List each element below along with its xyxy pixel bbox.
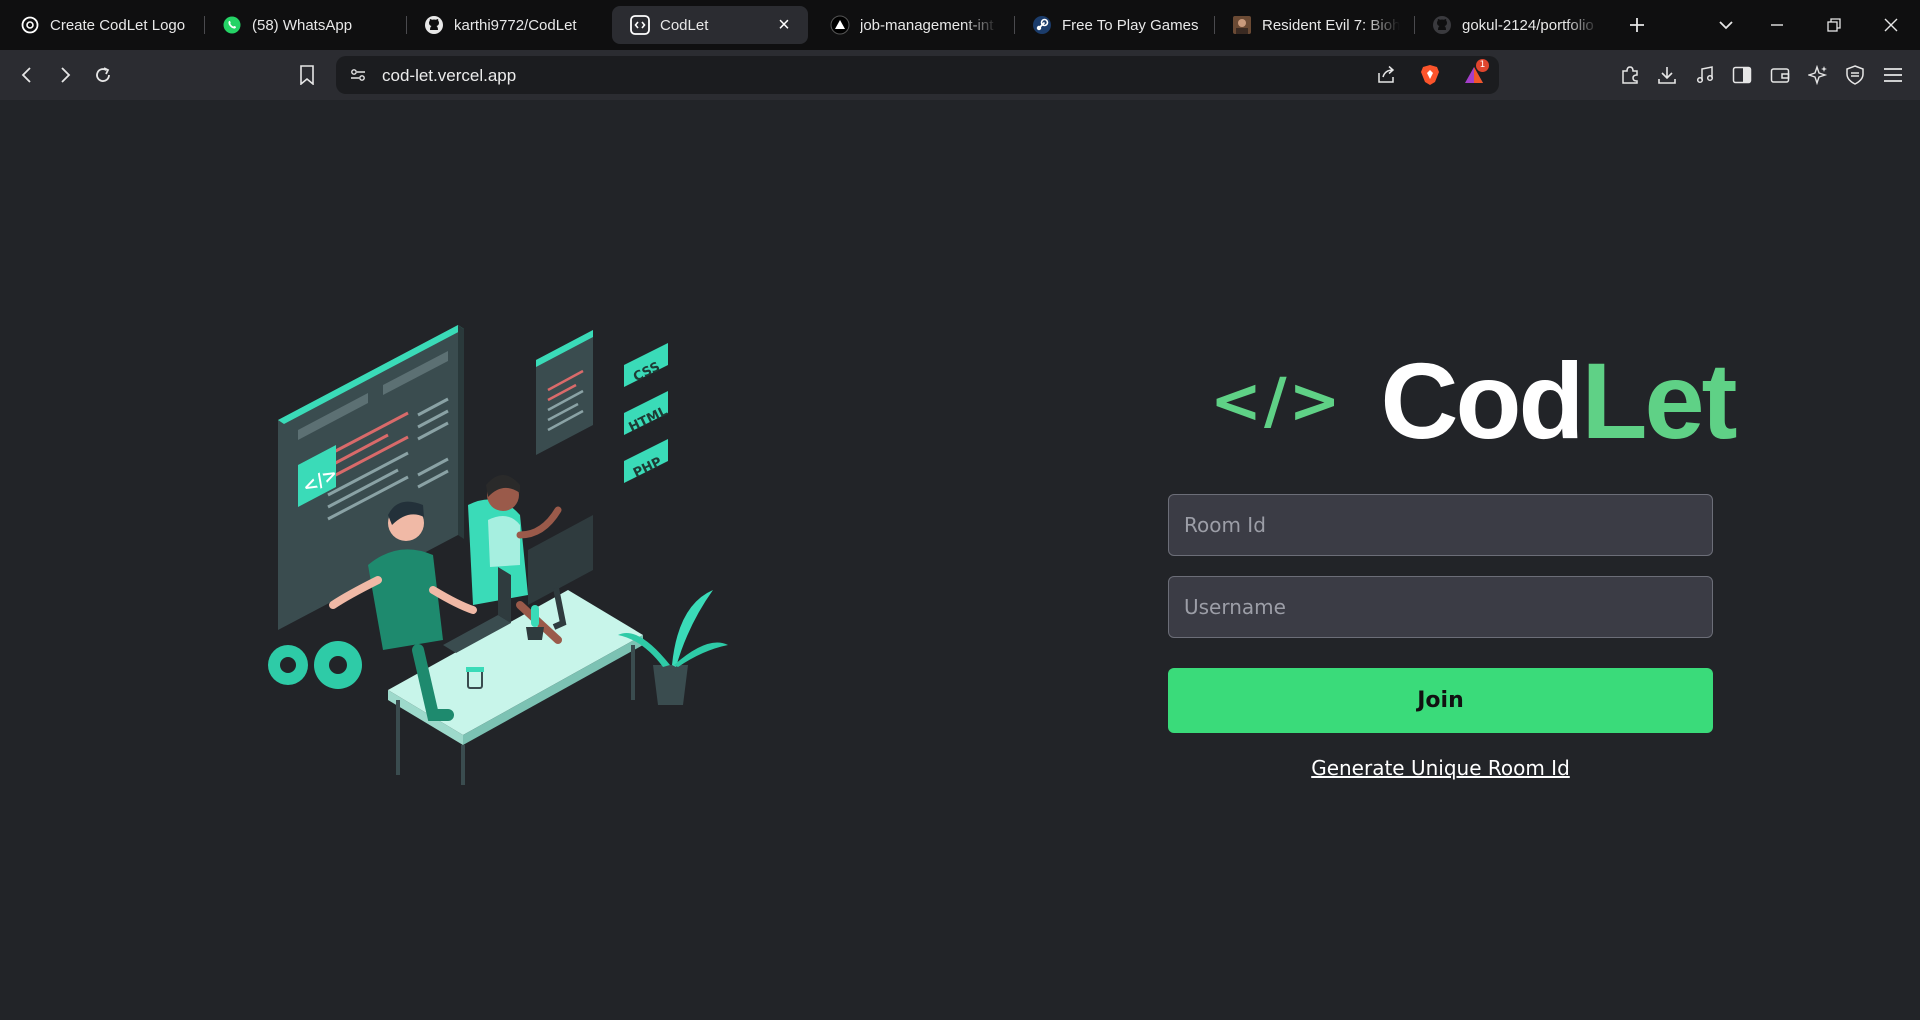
tab-github-codlet[interactable]: karthi9772/CodLet — [406, 6, 606, 44]
address-bar[interactable]: cod-let.vercel.app 1 — [336, 56, 1499, 94]
gears-graphic — [268, 641, 362, 689]
tab-codlet-active[interactable]: CodLet × — [612, 6, 808, 44]
developers-illustration: </> CSS HTML PHP — [268, 325, 728, 785]
whatsapp-icon — [222, 15, 242, 35]
room-id-input[interactable] — [1168, 494, 1713, 556]
menu-hamburger-icon[interactable] — [1878, 60, 1908, 90]
generate-room-id-link[interactable]: Generate Unique Room Id — [1168, 756, 1713, 780]
share-icon[interactable] — [1374, 63, 1398, 87]
media-music-icon[interactable] — [1690, 60, 1720, 90]
game-thumbnail-icon — [1232, 15, 1252, 35]
css-cube-graphic: CSS — [624, 343, 668, 387]
wallet-icon[interactable] — [1765, 60, 1795, 90]
tab-free-to-play-games[interactable]: Free To Play Games — [1014, 6, 1214, 44]
tab-title: gokul-2124/portfolio — [1462, 16, 1594, 34]
bookmark-icon[interactable] — [292, 60, 322, 90]
html-cube-graphic: HTML — [624, 391, 670, 435]
tab-strip: Create CodLet Logo (58) WhatsApp karthi9… — [0, 0, 1920, 50]
tab-title: CodLet — [660, 16, 709, 34]
tab-title: Resident Evil 7: Bioha — [1262, 16, 1400, 34]
restore-window-icon[interactable] — [1819, 10, 1849, 40]
openai-icon — [20, 15, 40, 35]
codlet-page: </> CSS HTML PHP </> CodLet Room Id User… — [0, 100, 1920, 1020]
forward-arrow-icon[interactable] — [50, 60, 80, 90]
tab-github-portfolio[interactable]: gokul-2124/portfolio — [1414, 6, 1614, 44]
close-tab-icon[interactable]: × — [774, 14, 794, 36]
tab-whatsapp[interactable]: (58) WhatsApp — [204, 6, 404, 44]
download-icon[interactable] — [1652, 60, 1682, 90]
logo-text-cod: Cod — [1380, 339, 1585, 461]
code-icon — [630, 15, 650, 35]
tab-title: (58) WhatsApp — [252, 16, 353, 34]
brave-shields-icon[interactable] — [1418, 63, 1442, 87]
extensions-icon[interactable] — [1615, 60, 1645, 90]
coffee-cup-graphic — [466, 667, 484, 689]
steam-icon — [1032, 15, 1052, 35]
tab-title: karthi9772/CodLet — [454, 16, 577, 34]
brave-rewards-icon[interactable]: 1 — [1462, 59, 1489, 87]
logo-wordmark: CodLet — [1380, 338, 1738, 463]
browser-toolbar: cod-let.vercel.app 1 — [0, 50, 1920, 100]
vercel-icon — [830, 15, 850, 35]
username-input[interactable] — [1168, 576, 1713, 638]
site-settings-icon[interactable] — [346, 63, 370, 87]
tab-title: Free To Play Games — [1062, 16, 1199, 34]
tab-job-management[interactable]: job-management-int — [812, 6, 1012, 44]
logo-text-let: Let — [1581, 339, 1737, 461]
tab-create-codlet-logo[interactable]: Create CodLet Logo — [2, 6, 202, 44]
sidebar-toggle-icon[interactable] — [1727, 60, 1757, 90]
reload-icon[interactable] — [88, 60, 118, 90]
github-icon — [424, 15, 444, 35]
code-brackets-icon: </> — [1210, 363, 1343, 437]
codlet-logo: </> CodLet — [1210, 338, 1738, 463]
new-tab-button[interactable] — [1622, 10, 1652, 40]
leo-ai-icon[interactable] — [1803, 60, 1833, 90]
close-window-icon[interactable] — [1876, 10, 1906, 40]
php-cube-graphic: PHP — [624, 439, 668, 483]
code-panel-graphic — [536, 330, 593, 455]
tab-list-chevron-icon[interactable] — [1711, 10, 1741, 40]
tab-title: Create CodLet Logo — [50, 16, 186, 34]
tab-title: job-management-int — [860, 16, 994, 34]
vpn-shield-icon[interactable] — [1840, 60, 1870, 90]
tab-resident-evil[interactable]: Resident Evil 7: Bioha — [1214, 6, 1414, 44]
join-button[interactable]: Join — [1168, 668, 1713, 733]
url-text: cod-let.vercel.app — [382, 66, 517, 85]
back-arrow-icon[interactable] — [12, 60, 42, 90]
minimize-window-icon[interactable] — [1762, 10, 1792, 40]
github-icon — [1432, 15, 1452, 35]
notification-badge: 1 — [1476, 59, 1489, 72]
